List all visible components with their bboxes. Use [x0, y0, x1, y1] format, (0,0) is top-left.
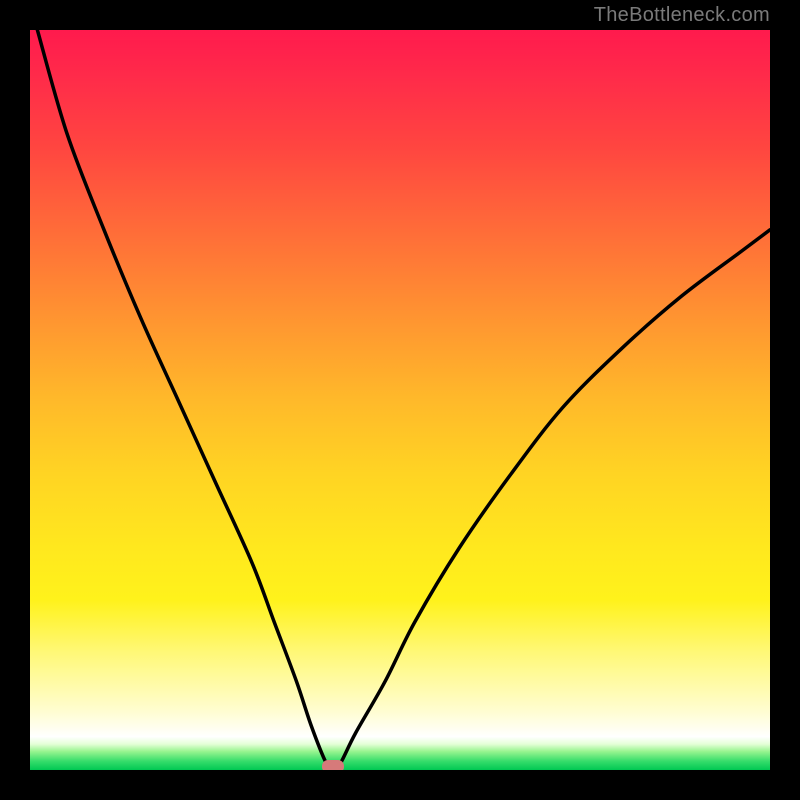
- chart-frame: TheBottleneck.com: [0, 0, 800, 800]
- curve-layer: [30, 30, 770, 770]
- plot-area: [30, 30, 770, 770]
- bottleneck-marker: [322, 760, 344, 770]
- bottleneck-curve: [37, 30, 770, 770]
- watermark-text: TheBottleneck.com: [594, 4, 770, 27]
